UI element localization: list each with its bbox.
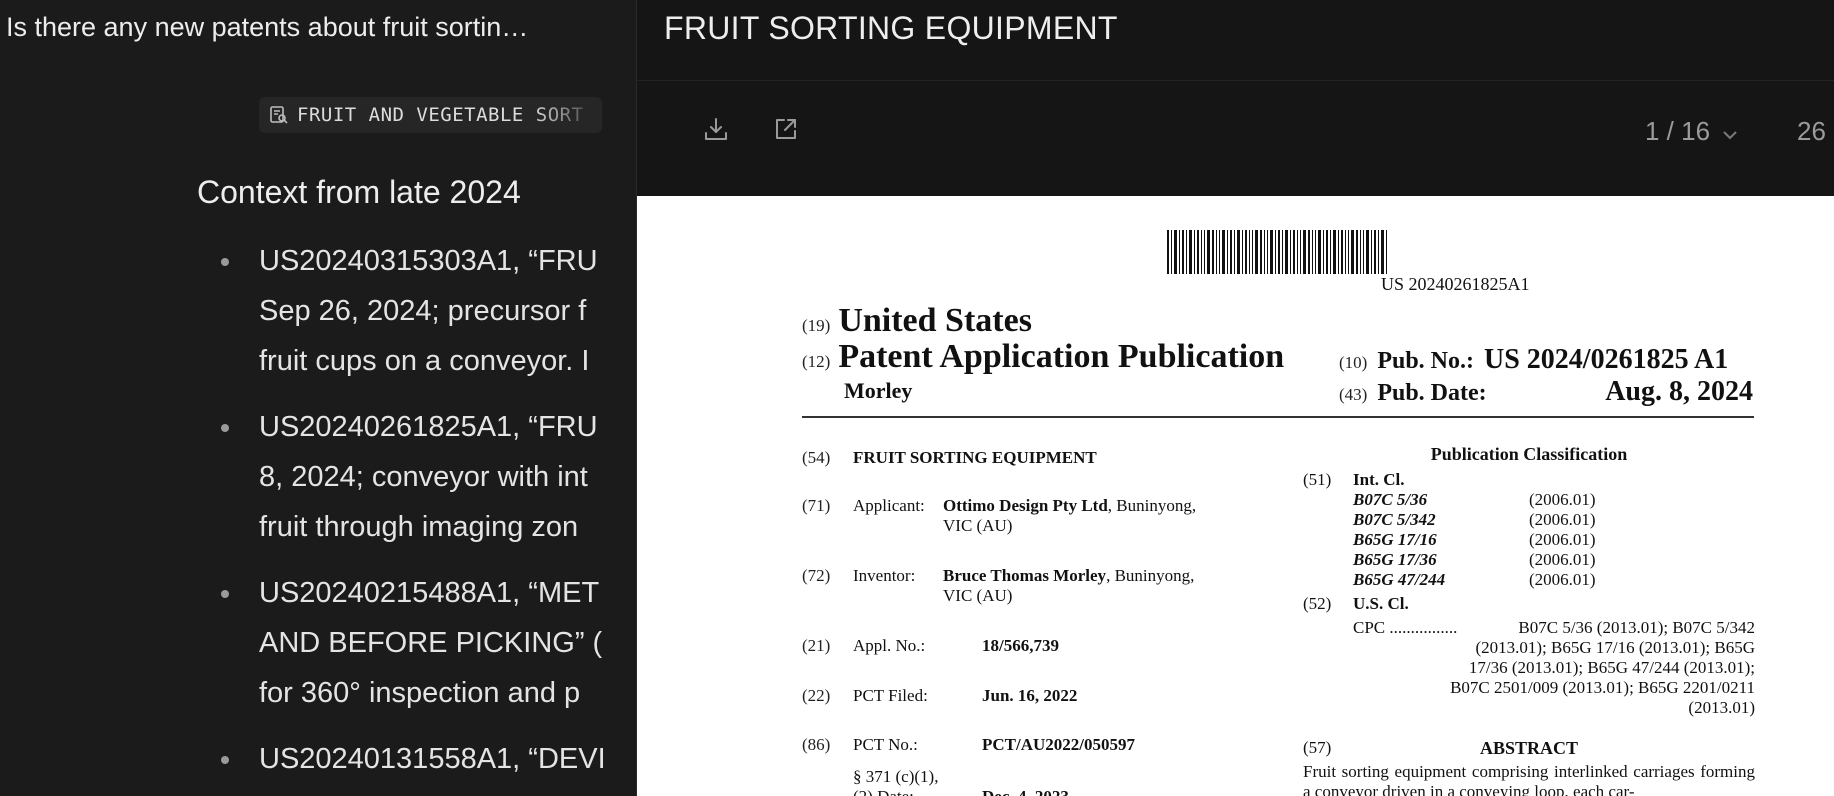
external-link-icon <box>773 116 799 147</box>
cpc-block: CPC ................ B07C 5/36 (2013.01)… <box>1353 618 1755 717</box>
country-line: (19) United States <box>802 302 1032 339</box>
classification-heading: Publication Classification <box>1430 444 1628 464</box>
page-selector[interactable]: 1 / 16 <box>1645 116 1738 147</box>
bullet <box>221 590 229 598</box>
pub-date: Aug. 8, 2024 <box>1605 376 1753 407</box>
divider <box>802 416 1754 418</box>
bullet <box>221 424 229 432</box>
user-question: Is there any new patents about fruit sor… <box>6 12 529 42</box>
divider <box>637 80 1834 81</box>
author: Morley <box>844 378 913 403</box>
pub-date-line: (43) Pub. Date: Aug. 8, 2024 <box>1339 376 1753 407</box>
document-viewer: FRUIT SORTING EQUIPMENT 1 / 16 26 US 202… <box>636 0 1834 796</box>
barcode-number: US 20240261825A1 <box>1381 274 1530 294</box>
publication-type-line: (12) Patent Application Publication <box>802 338 1285 375</box>
applicant-field: (71) Applicant: Ottimo Design Pty Ltd, B… <box>802 496 1197 535</box>
int-cl-table: B07C 5/36 (2006.01) B07C 5/342 (2006.01)… <box>1353 490 1596 590</box>
download-button[interactable] <box>699 114 733 148</box>
table-row: B65G 17/16 (2006.01) <box>1353 530 1596 549</box>
list-item: US20240215488A1, “MET AND BEFORE PICKING… <box>221 568 636 718</box>
abstract-text: Fruit sorting equipment comprising inter… <box>1303 762 1755 796</box>
bullet <box>221 258 229 266</box>
abstract-heading: ABSTRACT <box>1479 738 1579 758</box>
table-row: B07C 5/36 (2006.01) <box>1353 490 1596 509</box>
country: United States <box>838 302 1032 339</box>
viewer-title: FRUIT SORTING EQUIPMENT <box>664 10 1118 46</box>
inventor-field: (72) Inventor: Bruce Thomas Morley, Buni… <box>802 566 1195 605</box>
list-item: US20240131558A1, “DEVI <box>221 734 636 784</box>
context-heading: Context from late 2024 <box>197 174 521 210</box>
bullet <box>221 756 229 764</box>
publication-type: Patent Application Publication <box>838 338 1285 375</box>
list-item: US20240315303A1, “FRU Sep 26, 2024; prec… <box>221 236 636 386</box>
pdf-page: US 20240261825A1 (19) United States (12)… <box>637 196 1834 796</box>
table-row: B07C 5/342 (2006.01) <box>1353 510 1596 529</box>
s371-field: § 371 (c)(1), (2) Date: Dec. 4, 2023 <box>853 767 1069 796</box>
list-item: US20240261825A1, “FRU 8, 2024; conveyor … <box>221 402 636 552</box>
open-external-button[interactable] <box>769 114 803 148</box>
pub-number: US 2024/0261825 A1 <box>1484 344 1729 375</box>
barcode <box>1167 230 1387 274</box>
pub-number-line: (10) Pub. No.: US 2024/0261825 A1 <box>1339 344 1729 375</box>
patent-result-list: US20240315303A1, “FRU Sep 26, 2024; prec… <box>221 236 636 796</box>
table-row: B65G 17/36 (2006.01) <box>1353 550 1596 569</box>
chevron-down-icon <box>1722 116 1738 147</box>
chat-pane: Is there any new patents about fruit sor… <box>0 0 636 796</box>
source-chip[interactable]: FRUIT AND VEGETABLE SORT <box>259 97 602 133</box>
zoom-value[interactable]: 26 <box>1797 116 1826 147</box>
document-search-icon <box>269 105 289 125</box>
page-indicator-label: 1 / 16 <box>1645 116 1711 146</box>
download-icon <box>703 116 729 147</box>
table-row: B65G 47/244 (2006.01) <box>1353 570 1596 589</box>
